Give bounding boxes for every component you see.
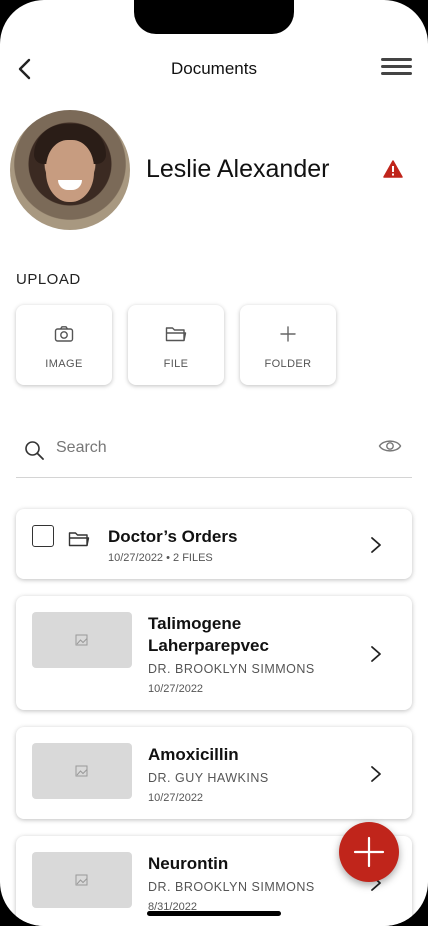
search-bar — [16, 425, 412, 478]
document-doctor: DR. BROOKLYN SIMMONS — [148, 662, 315, 676]
document-date: 10/27/2022 — [148, 683, 204, 695]
avatar — [10, 110, 130, 230]
document-date: 10/27/2022 — [148, 792, 204, 804]
device-notch — [134, 0, 294, 34]
chevron-right-icon — [371, 646, 381, 662]
upload-folder-button[interactable]: FOLDER — [240, 305, 336, 385]
chevron-right-icon — [371, 537, 381, 553]
add-document-button[interactable] — [339, 822, 399, 882]
warning-icon[interactable] — [383, 160, 403, 178]
document-title: Amoxicillin — [148, 745, 239, 764]
search-icon — [25, 441, 44, 460]
folder-icon — [68, 532, 90, 547]
upload-image-button[interactable]: IMAGE — [16, 305, 112, 385]
upload-folder-label: FOLDER — [264, 358, 312, 370]
image-placeholder-icon — [75, 765, 88, 777]
documents-screen: Documents Leslie Alexander UPLOAD IMAGE — [0, 0, 428, 926]
hamburger-menu-button[interactable] — [381, 58, 412, 78]
document-doctor: DR. GUY HAWKINS — [148, 771, 269, 785]
search-input[interactable] — [56, 435, 356, 461]
document-doctor: DR. BROOKLYN SIMMONS — [148, 880, 315, 894]
document-card[interactable]: Talimogene Laherparepvec DR. BROOKLYN SI… — [16, 596, 412, 710]
upload-image-label: IMAGE — [45, 358, 83, 370]
image-placeholder-icon — [75, 874, 88, 886]
home-indicator[interactable] — [147, 911, 281, 916]
chevron-right-icon — [371, 766, 381, 782]
plus-icon — [280, 326, 296, 342]
profile-name: Leslie Alexander — [146, 155, 330, 183]
select-checkbox[interactable] — [32, 525, 54, 547]
eye-icon[interactable] — [378, 437, 402, 455]
top-bar: Documents — [0, 54, 428, 84]
document-title: Neurontin — [148, 854, 229, 873]
menu-line — [381, 72, 412, 75]
document-title-line1: Talimogene — [148, 614, 242, 633]
plus-icon — [353, 836, 385, 868]
camera-icon — [54, 326, 74, 342]
upload-file-label: FILE — [163, 358, 189, 370]
folder-card[interactable]: Doctor’s Orders 10/27/2022 • 2 FILES — [16, 509, 412, 579]
page-title: Documents — [171, 59, 257, 78]
document-card[interactable]: Amoxicillin DR. GUY HAWKINS 10/27/2022 — [16, 727, 412, 819]
upload-section-label: UPLOAD — [16, 271, 81, 288]
upload-file-button[interactable]: FILE — [128, 305, 224, 385]
document-thumbnail — [32, 612, 132, 668]
document-title-line2: Laherparepvec — [148, 636, 269, 655]
image-placeholder-icon — [75, 634, 88, 646]
document-thumbnail — [32, 852, 132, 908]
folder-icon — [165, 327, 187, 342]
document-thumbnail — [32, 743, 132, 799]
menu-line — [381, 58, 412, 61]
menu-line — [381, 65, 412, 68]
document-meta: 10/27/2022 • 2 FILES — [108, 552, 213, 564]
document-title: Doctor’s Orders — [108, 527, 238, 546]
